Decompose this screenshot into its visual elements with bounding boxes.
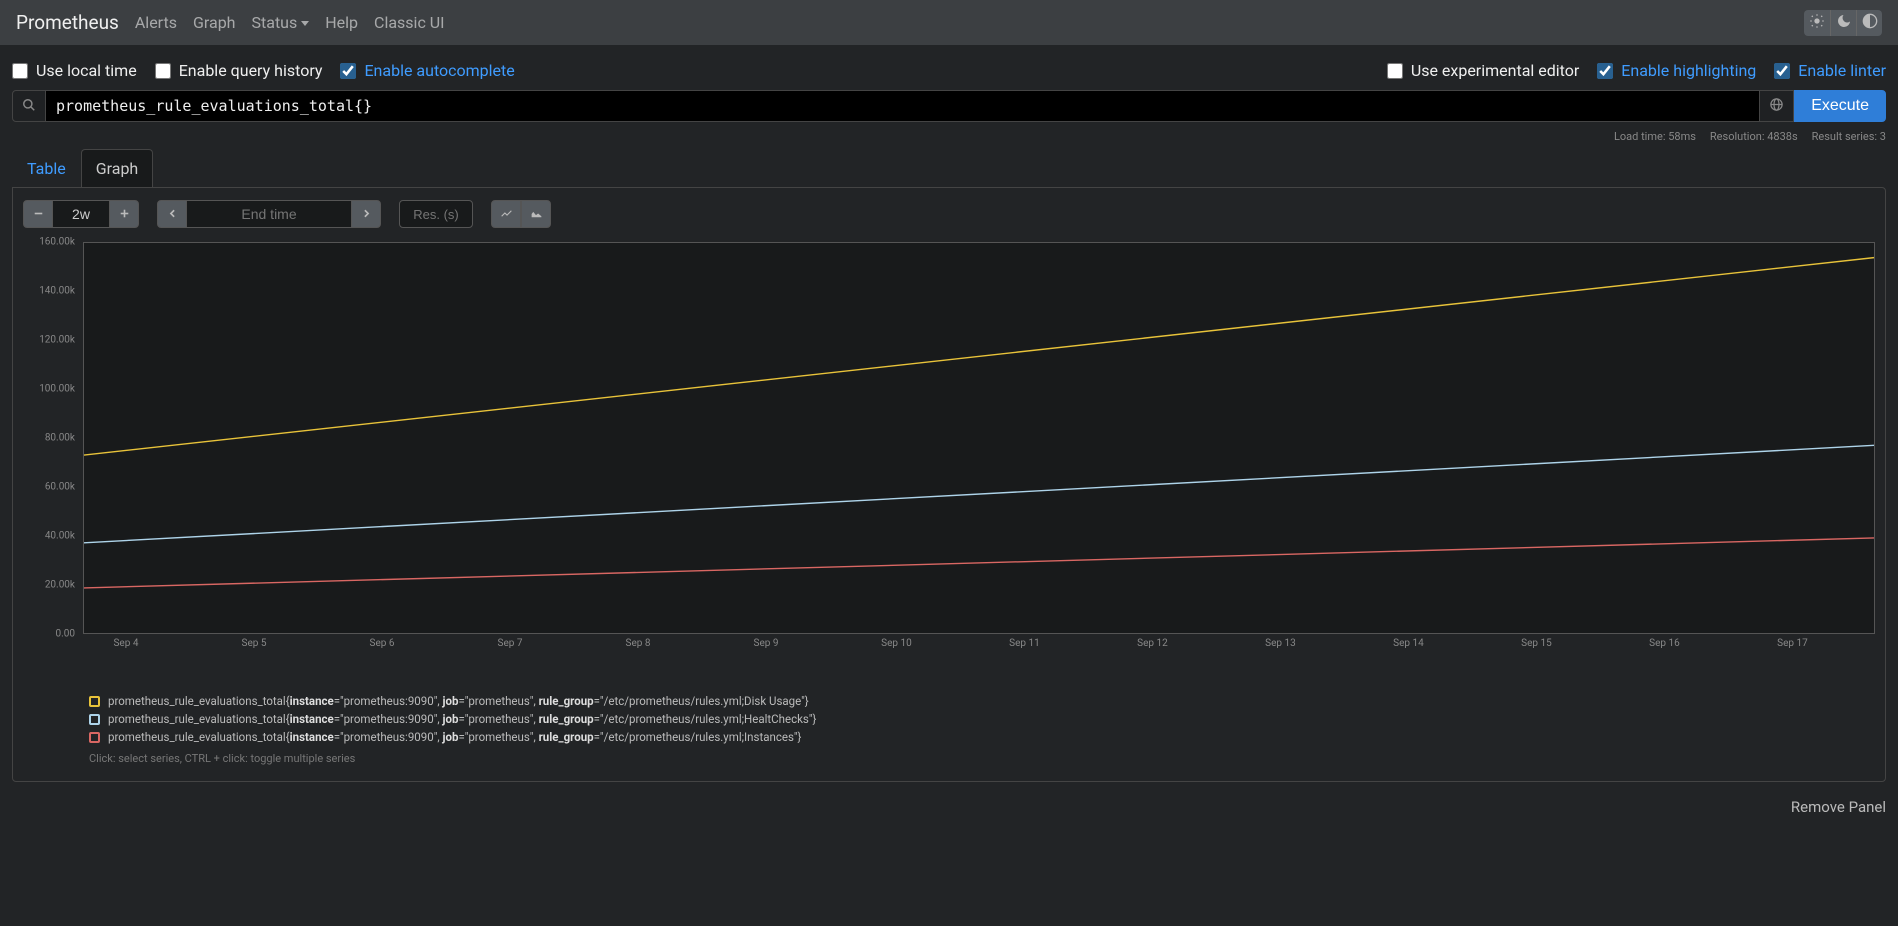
legend-swatch	[89, 732, 100, 743]
legend-label: prometheus_rule_evaluations_total{instan…	[108, 712, 816, 726]
query-stats: Load time: 58ms Resolution: 4838s Result…	[0, 122, 1898, 149]
x-tick-label: Sep 5	[242, 638, 267, 649]
x-axis: Sep 4 Sep 5 Sep 6 Sep 7 Sep 8 Sep 9 Sep 10 Sep …	[83, 638, 1875, 654]
navbar: Prometheus Alerts Graph Status Help Clas…	[0, 0, 1898, 45]
y-tick-label: 60.00k	[45, 482, 75, 493]
minus-icon	[32, 205, 45, 224]
theme-auto-button[interactable]	[1856, 10, 1882, 36]
execute-button[interactable]: Execute	[1794, 90, 1886, 122]
nav-graph[interactable]: Graph	[193, 9, 236, 36]
legend-label: prometheus_rule_evaluations_total{instan…	[108, 694, 809, 708]
x-tick-label: Sep 12	[1137, 638, 1168, 649]
moon-icon	[1836, 13, 1852, 33]
x-tick-label: Sep 4	[113, 638, 138, 649]
area-chart-icon	[530, 205, 543, 224]
remove-panel-link[interactable]: Remove Panel	[0, 794, 1898, 826]
nav-classic-ui[interactable]: Classic UI	[374, 9, 444, 36]
plot-area[interactable]	[83, 242, 1875, 634]
contrast-icon	[1862, 13, 1878, 33]
line-chart-icon	[500, 205, 513, 224]
series-line[interactable]	[84, 445, 1874, 543]
series-line[interactable]	[84, 538, 1874, 588]
range-decrease-button[interactable]	[23, 200, 53, 228]
legend: prometheus_rule_evaluations_total{instan…	[23, 692, 1875, 765]
opt-query-history[interactable]: Enable query history	[155, 61, 323, 80]
stat-load-time: Load time: 58ms	[1614, 130, 1696, 143]
unstacked-graph-button[interactable]	[491, 200, 521, 228]
range-increase-button[interactable]	[109, 200, 139, 228]
theme-switcher	[1804, 10, 1882, 36]
opt-experimental-editor[interactable]: Use experimental editor	[1387, 61, 1579, 80]
x-tick-label: Sep 11	[1009, 638, 1040, 649]
y-tick-label: 0.00	[56, 629, 76, 640]
legend-swatch	[89, 714, 100, 725]
stat-series: Result series: 3	[1812, 130, 1886, 143]
format-expression-button[interactable]	[1760, 90, 1794, 122]
opt-highlighting[interactable]: Enable highlighting	[1597, 61, 1756, 80]
legend-hint: Click: select series, CTRL + click: togg…	[89, 752, 1875, 765]
graph-panel: 0.00 20.00k 40.00k 60.00k 80.00k 100.00k 120.0…	[12, 187, 1886, 782]
range-input[interactable]	[53, 200, 109, 228]
y-tick-label: 40.00k	[45, 531, 75, 542]
time-forward-button[interactable]	[351, 200, 381, 228]
x-tick-label: Sep 6	[370, 638, 395, 649]
x-tick-label: Sep 9	[754, 638, 779, 649]
x-tick-label: Sep 7	[498, 638, 523, 649]
chevron-left-icon	[166, 205, 179, 224]
legend-label: prometheus_rule_evaluations_total{instan…	[108, 730, 801, 744]
plus-icon	[118, 205, 131, 224]
tab-table[interactable]: Table	[12, 149, 81, 187]
theme-dark-button[interactable]	[1830, 10, 1856, 36]
y-tick-label: 20.00k	[45, 580, 75, 591]
resolution-input[interactable]	[399, 200, 473, 228]
chart: 0.00 20.00k 40.00k 60.00k 80.00k 100.00k 120.0…	[23, 242, 1875, 664]
options-row: Use local time Enable query history Enab…	[0, 45, 1898, 90]
nav-alerts[interactable]: Alerts	[135, 9, 177, 36]
legend-item[interactable]: prometheus_rule_evaluations_total{instan…	[89, 692, 1875, 710]
x-tick-label: Sep 10	[881, 638, 912, 649]
opt-local-time[interactable]: Use local time	[12, 61, 137, 80]
y-axis: 0.0020.00k40.00k60.00k80.00k100.00k120.0…	[23, 242, 81, 634]
end-time-input[interactable]	[187, 200, 351, 228]
x-tick-label: Sep 8	[626, 638, 651, 649]
y-tick-label: 80.00k	[45, 433, 75, 444]
y-tick-label: 100.00k	[39, 384, 75, 395]
y-tick-label: 140.00k	[39, 286, 75, 297]
opt-autocomplete[interactable]: Enable autocomplete	[340, 61, 514, 80]
nav-help[interactable]: Help	[325, 9, 358, 36]
nav-status[interactable]: Status	[252, 9, 310, 36]
expression-input[interactable]	[46, 90, 1760, 122]
series-line[interactable]	[84, 258, 1874, 455]
x-tick-label: Sep 17	[1777, 638, 1808, 649]
legend-item[interactable]: prometheus_rule_evaluations_total{instan…	[89, 710, 1875, 728]
sun-icon	[1809, 13, 1825, 33]
x-tick-label: Sep 16	[1649, 638, 1680, 649]
graph-controls	[23, 200, 1875, 228]
search-icon	[22, 97, 36, 116]
x-tick-label: Sep 13	[1265, 638, 1296, 649]
legend-swatch	[89, 696, 100, 707]
metrics-explorer-button[interactable]	[12, 90, 46, 122]
x-tick-label: Sep 15	[1521, 638, 1552, 649]
globe-icon	[1769, 97, 1784, 116]
query-bar: Execute	[0, 90, 1898, 122]
result-tabs: Table Graph	[0, 149, 1898, 187]
brand: Prometheus	[16, 11, 119, 34]
y-tick-label: 120.00k	[39, 335, 75, 346]
stacked-graph-button[interactable]	[521, 200, 551, 228]
stat-resolution: Resolution: 4838s	[1710, 130, 1798, 143]
legend-item[interactable]: prometheus_rule_evaluations_total{instan…	[89, 728, 1875, 746]
theme-light-button[interactable]	[1804, 10, 1830, 36]
x-tick-label: Sep 14	[1393, 638, 1424, 649]
tab-graph[interactable]: Graph	[81, 149, 154, 187]
chevron-right-icon	[360, 205, 373, 224]
opt-linter[interactable]: Enable linter	[1774, 61, 1886, 80]
y-tick-label: 160.00k	[39, 237, 75, 248]
time-back-button[interactable]	[157, 200, 187, 228]
